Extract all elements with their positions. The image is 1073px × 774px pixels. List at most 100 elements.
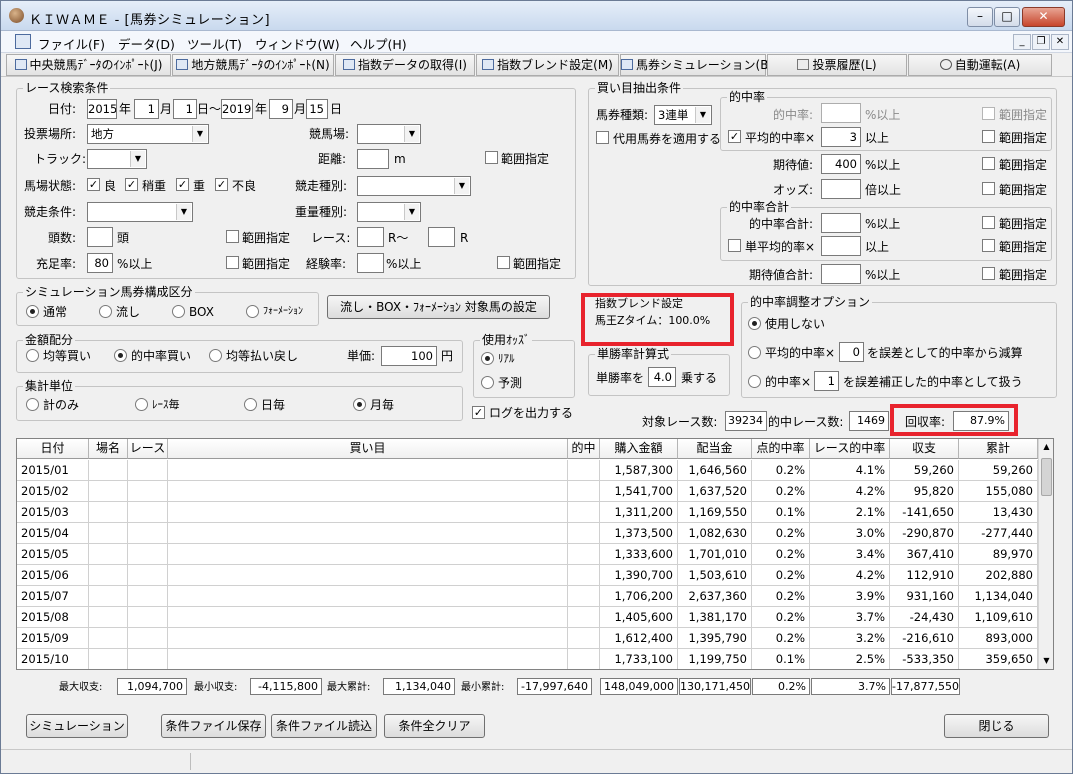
agg-day-radio[interactable]: [244, 398, 257, 411]
fill-rate-input[interactable]: 80: [87, 253, 113, 273]
column-header-purchase[interactable]: 購入金額: [600, 439, 678, 459]
menu-data[interactable]: データ(D): [118, 34, 175, 53]
sim-formation-radio[interactable]: [246, 305, 259, 318]
distance-input[interactable]: [357, 149, 389, 169]
to-month-input[interactable]: 9: [269, 99, 293, 119]
save-conditions-button[interactable]: 条件ファイル保存: [161, 714, 266, 738]
hit-total-range-checkbox[interactable]: [982, 216, 995, 229]
hit-adjust-rate-input[interactable]: 1: [814, 371, 839, 391]
column-header-profit[interactable]: 収支: [890, 439, 959, 459]
menu-help[interactable]: ヘルプ(H): [350, 34, 407, 53]
money-equal-payout-radio[interactable]: [209, 349, 222, 362]
clear-conditions-button[interactable]: 条件全クリア: [384, 714, 485, 738]
venue-select[interactable]: 地方 ▼: [87, 124, 209, 144]
fill-range-checkbox[interactable]: [226, 256, 239, 269]
sim-normal-radio[interactable]: [26, 305, 39, 318]
sim-box-radio[interactable]: [172, 305, 185, 318]
hit-rate-input[interactable]: [821, 103, 861, 123]
expected-range-checkbox[interactable]: [982, 157, 995, 170]
money-equal-radio[interactable]: [26, 349, 39, 362]
log-output-checkbox[interactable]: ✓: [472, 406, 485, 419]
odds-min-input[interactable]: [821, 179, 861, 199]
load-conditions-button[interactable]: 条件ファイル読込: [271, 714, 377, 738]
to-day-input[interactable]: 15: [306, 99, 328, 119]
cond-bad-checkbox[interactable]: ✓: [215, 178, 228, 191]
single-avg-input[interactable]: [821, 236, 861, 256]
racecourse-select[interactable]: ▼: [357, 124, 421, 144]
close-button[interactable]: 閉じる: [944, 714, 1049, 738]
fetch-index-button[interactable]: 指数データの取得(I): [335, 54, 475, 76]
cond-slight-checkbox[interactable]: ✓: [125, 178, 138, 191]
hit-rate-range-checkbox[interactable]: [982, 107, 995, 120]
race-from-input[interactable]: [357, 227, 384, 247]
to-year-input[interactable]: 2019: [221, 99, 253, 119]
distance-range-checkbox[interactable]: [485, 151, 498, 164]
import-local-button[interactable]: 地方競馬ﾃﾞｰﾀのｲﾝﾎﾟｰﾄ(N): [172, 54, 334, 76]
column-header-race-rate[interactable]: レース的中率: [810, 439, 890, 459]
ticket-simulation-button[interactable]: 馬券シミュレーション(B): [620, 54, 773, 76]
vertical-scrollbar[interactable]: ▲ ▼: [1038, 439, 1053, 669]
ticket-type-select[interactable]: 3連単 ▼: [654, 105, 712, 125]
track-select[interactable]: ▼: [87, 149, 147, 169]
maximize-button[interactable]: □: [994, 7, 1020, 27]
single-avg-range-checkbox[interactable]: [982, 239, 995, 252]
scroll-down-icon[interactable]: ▼: [1039, 653, 1053, 669]
hit-adjust-avg-radio[interactable]: [748, 346, 761, 359]
hit-adjust-avg-input[interactable]: 0: [839, 342, 864, 362]
race-to-input[interactable]: [428, 227, 455, 247]
scroll-thumb[interactable]: [1041, 458, 1052, 496]
expected-total-input[interactable]: [821, 264, 861, 284]
agg-total-radio[interactable]: [26, 398, 39, 411]
race-type-select[interactable]: ▼: [357, 176, 471, 196]
odds-real-radio[interactable]: [481, 352, 494, 365]
weight-type-select[interactable]: ▼: [357, 202, 421, 222]
auto-run-button[interactable]: 自動運転(A): [908, 54, 1052, 76]
odds-range-checkbox[interactable]: [982, 182, 995, 195]
unit-price-input[interactable]: 100: [381, 346, 437, 366]
from-year-input[interactable]: 2015: [87, 99, 117, 119]
agg-month-radio[interactable]: [353, 398, 366, 411]
run-simulation-button[interactable]: シミュレーション: [26, 714, 128, 738]
hit-total-input[interactable]: [821, 213, 861, 233]
substitute-checkbox[interactable]: [596, 131, 609, 144]
expected-input[interactable]: 400: [821, 154, 861, 174]
sim-flow-radio[interactable]: [99, 305, 112, 318]
from-month-input[interactable]: 1: [134, 99, 159, 119]
avg-hit-checkbox[interactable]: ✓: [728, 130, 741, 143]
import-central-button[interactable]: 中央競馬ﾃﾞｰﾀのｲﾝﾎﾟｰﾄ(J): [6, 54, 171, 76]
heads-input[interactable]: [87, 227, 113, 247]
odds-forecast-radio[interactable]: [481, 376, 494, 389]
race-condition-select[interactable]: ▼: [87, 202, 193, 222]
hit-adjust-none-radio[interactable]: [748, 317, 761, 330]
column-header-total[interactable]: 累計: [959, 439, 1038, 459]
column-header-point-rate[interactable]: 点的中率: [752, 439, 810, 459]
column-header-hit[interactable]: 的中: [568, 439, 600, 459]
mdi-restore-button[interactable]: ❐: [1032, 34, 1050, 50]
menu-file[interactable]: ファイル(F): [38, 34, 105, 53]
heads-range-checkbox[interactable]: [226, 230, 239, 243]
win-rate-input[interactable]: 4.0: [648, 367, 676, 387]
money-hitrate-radio[interactable]: [114, 349, 127, 362]
agg-race-radio[interactable]: [135, 398, 148, 411]
cond-good-checkbox[interactable]: ✓: [87, 178, 100, 191]
mdi-minimize-button[interactable]: _: [1013, 34, 1031, 50]
cond-heavy-checkbox[interactable]: ✓: [176, 178, 189, 191]
vote-history-button[interactable]: 投票履歴(L): [767, 54, 907, 76]
experience-range-checkbox[interactable]: [497, 256, 510, 269]
single-avg-checkbox[interactable]: [728, 239, 741, 252]
scroll-up-icon[interactable]: ▲: [1039, 439, 1053, 455]
close-window-button[interactable]: ✕: [1022, 7, 1065, 27]
column-header-date[interactable]: 日付: [17, 439, 89, 459]
avg-hit-input[interactable]: 3: [821, 127, 861, 147]
expected-total-range-checkbox[interactable]: [982, 267, 995, 280]
menu-tools[interactable]: ツール(T): [187, 34, 242, 53]
mdi-close-button[interactable]: ✕: [1051, 34, 1069, 50]
avg-hit-range-checkbox[interactable]: [982, 130, 995, 143]
column-header-payout[interactable]: 配当金: [678, 439, 752, 459]
from-day-input[interactable]: 1: [173, 99, 197, 119]
menu-window[interactable]: ウィンドウ(W): [255, 34, 340, 53]
target-horse-settings-button[interactable]: 流し・BOX・ﾌｫｰﾒｰｼｮﾝ 対象馬の設定: [327, 295, 550, 319]
column-header-venue[interactable]: 場名: [89, 439, 128, 459]
minimize-button[interactable]: –: [967, 7, 993, 27]
column-header-race[interactable]: レース: [128, 439, 168, 459]
